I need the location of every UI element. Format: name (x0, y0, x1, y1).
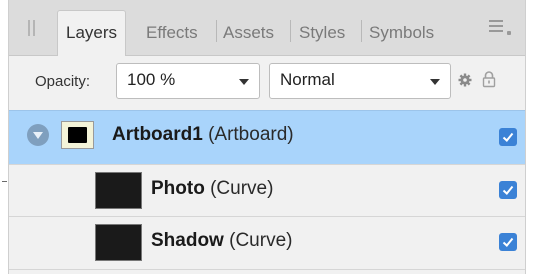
gear-icon[interactable] (458, 73, 472, 87)
tab-layers[interactable]: Layers (57, 10, 127, 57)
layer-label: Photo (Curve) (151, 178, 273, 200)
visibility-checkbox[interactable] (499, 128, 517, 146)
panel-menu-icon[interactable] (489, 20, 511, 36)
layer-row-photo[interactable]: Photo (Curve) (9, 164, 525, 216)
opacity-label: Opacity: (35, 73, 91, 90)
layer-row-shadow[interactable]: Shadow (Curve) (9, 216, 525, 270)
tab-styles[interactable]: Styles (299, 10, 345, 56)
tab-effects[interactable]: Effects (146, 10, 198, 56)
layer-kind: (Curve) (210, 178, 274, 199)
tab-separator (216, 20, 217, 42)
blend-mode-dropdown[interactable]: Normal (269, 63, 451, 99)
panel-tab-bar: Layers Effects Assets Styles Symbols (9, 0, 525, 57)
window-edge-mark (2, 181, 7, 182)
tab-assets[interactable]: Assets (223, 10, 274, 56)
checkbox-checked-icon (502, 237, 514, 247)
layer-name: Artboard1 (112, 124, 203, 145)
layer-kind: (Curve) (229, 230, 293, 251)
layer-row-artboard1[interactable]: Artboard1 (Artboard) (9, 110, 525, 164)
visibility-checkbox[interactable] (499, 233, 517, 251)
visibility-checkbox[interactable] (499, 181, 517, 199)
layer-label: Artboard1 (Artboard) (112, 124, 294, 146)
layer-label: Shadow (Curve) (151, 230, 292, 252)
layer-name: Photo (151, 178, 205, 199)
layer-name: Shadow (151, 230, 224, 251)
curve-thumbnail (95, 224, 142, 261)
chevron-down-icon (430, 79, 440, 85)
grip-handle-icon[interactable] (28, 20, 36, 36)
layer-kind: (Artboard) (208, 124, 294, 145)
checkbox-checked-icon (502, 185, 514, 195)
curve-thumbnail (95, 172, 142, 209)
artboard-thumbnail (61, 121, 94, 149)
expand-triangle-icon[interactable] (27, 124, 49, 146)
checkbox-checked-icon (502, 132, 514, 142)
layers-panel: Layers Effects Assets Styles Symbols Opa… (8, 0, 526, 274)
layer-toolbar: Opacity: 100 % Normal (9, 56, 525, 110)
opacity-dropdown[interactable]: 100 % (116, 63, 260, 99)
chevron-down-icon (239, 79, 249, 85)
tab-separator (361, 20, 362, 42)
tab-separator (290, 20, 291, 42)
tab-symbols[interactable]: Symbols (369, 10, 434, 56)
opacity-value: 100 % (127, 70, 176, 89)
lock-icon[interactable] (482, 70, 496, 88)
blend-mode-value: Normal (280, 70, 335, 89)
